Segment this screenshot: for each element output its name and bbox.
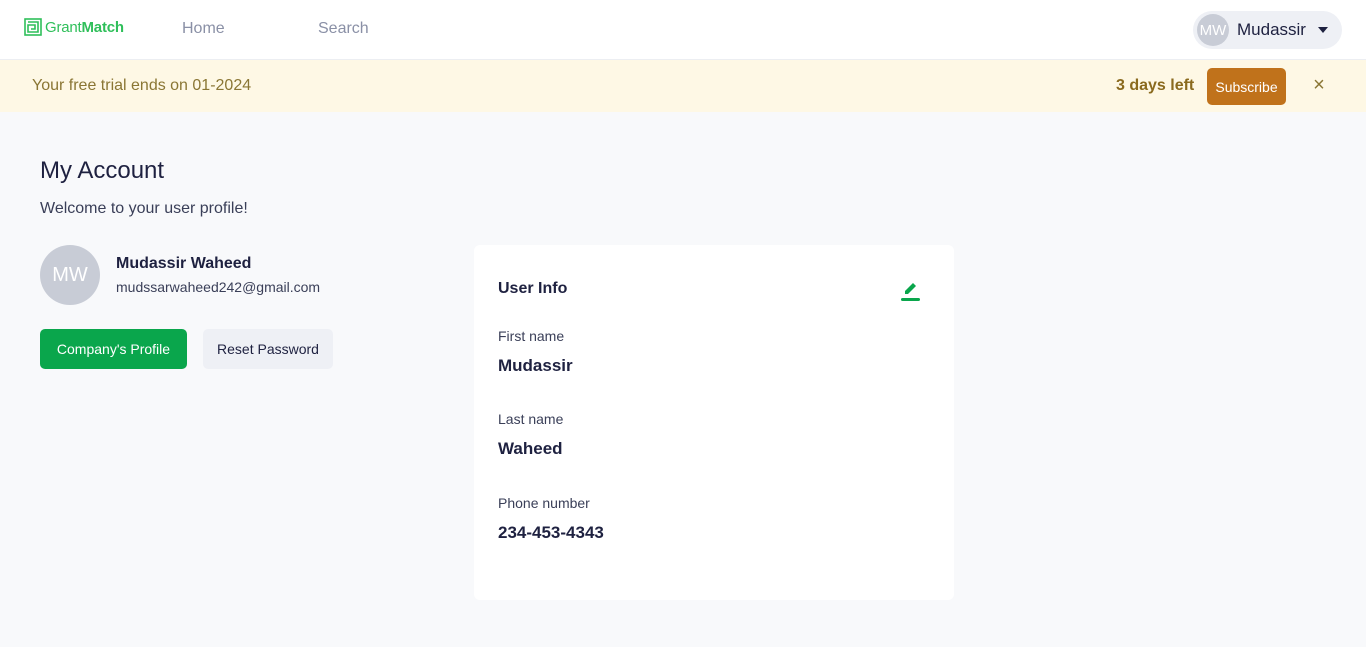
profile-name: Mudassir Waheed — [116, 255, 252, 272]
page-title: My Account — [40, 157, 165, 184]
first-name-value: Mudassir — [498, 356, 573, 375]
logo-text: GrantMatch — [45, 18, 124, 36]
last-name-label: Last name — [498, 411, 564, 427]
user-menu-name: Mudassir — [1237, 20, 1306, 39]
phone-number-label: Phone number — [498, 495, 590, 511]
company-profile-button[interactable]: Company's Profile — [40, 329, 187, 369]
logo[interactable]: GrantMatch — [24, 17, 124, 37]
page-subtitle: Welcome to your user profile! — [40, 200, 248, 217]
user-info-title: User Info — [498, 280, 568, 297]
subscribe-button[interactable]: Subscribe — [1207, 68, 1286, 105]
first-name-label: First name — [498, 328, 565, 344]
maze-logo-icon — [24, 18, 42, 36]
phone-number-value: 234-453-4343 — [498, 523, 604, 542]
last-name-value: Waheed — [498, 439, 563, 458]
user-info-card: User Info First name Mudassir Last name … — [474, 245, 954, 600]
days-left-label: 3 days left — [1116, 77, 1195, 94]
trial-banner: Your free trial ends on 01-2024 3 days l… — [0, 60, 1366, 112]
profile-email: mudssarwaheed242@gmail.com — [116, 279, 321, 295]
top-navbar: GrantMatch Home Search MW Mudassir — [0, 0, 1366, 60]
nav-search-link[interactable]: Search — [318, 20, 369, 38]
chevron-down-icon[interactable] — [1318, 27, 1328, 33]
profile-avatar: MW — [40, 245, 100, 305]
nav-home-link[interactable]: Home — [182, 20, 225, 38]
user-menu[interactable]: MW Mudassir — [1193, 11, 1342, 49]
avatar: MW — [1197, 14, 1229, 46]
close-icon[interactable]: × — [1310, 74, 1328, 96]
pencil-icon[interactable] — [898, 278, 922, 302]
reset-password-button[interactable]: Reset Password — [203, 329, 333, 369]
trial-banner-text: Your free trial ends on 01-2024 — [32, 77, 252, 94]
